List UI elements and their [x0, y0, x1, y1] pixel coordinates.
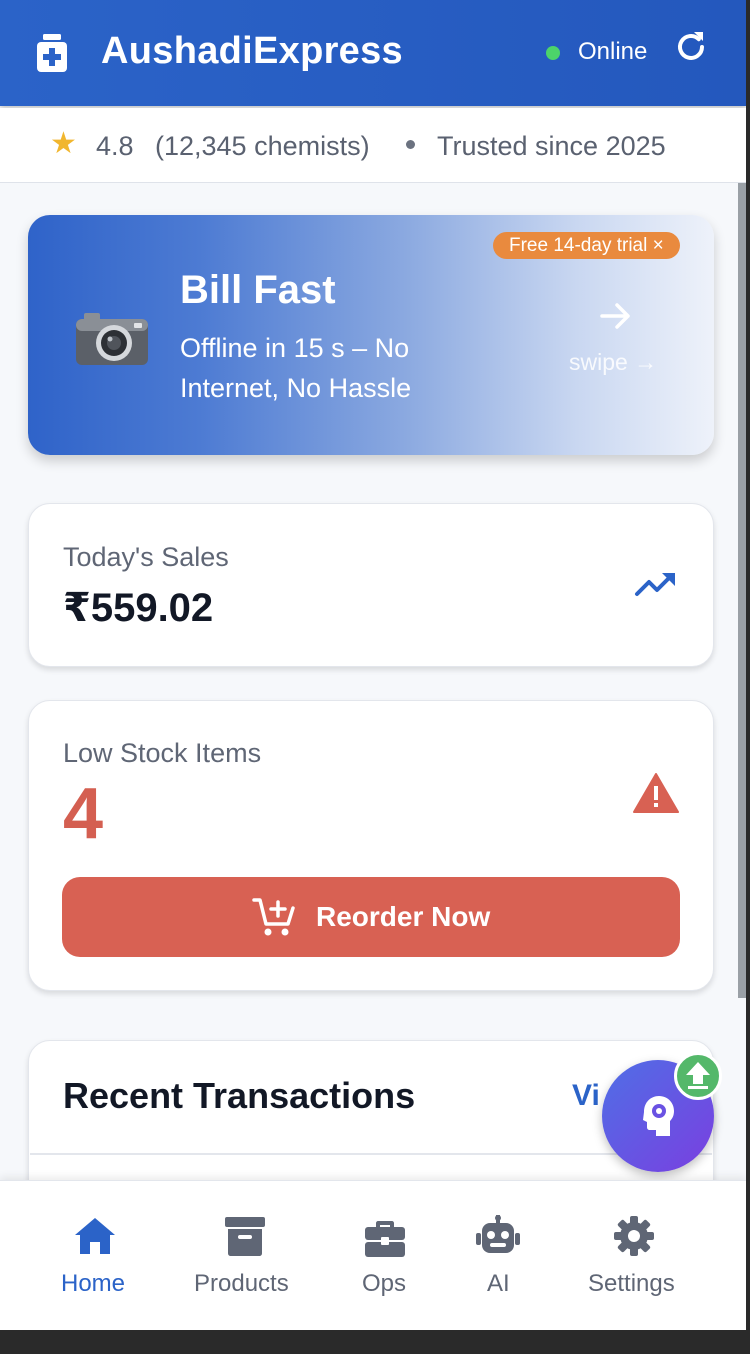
- window-edge: [746, 0, 750, 1354]
- scrollbar[interactable]: [738, 183, 746, 998]
- promo-title: Bill Fast: [180, 268, 336, 312]
- recent-transactions-title: Recent Transactions: [63, 1075, 416, 1116]
- warning-icon: [633, 773, 679, 813]
- online-status-text: Online: [578, 38, 648, 65]
- app-screen: AushadiExpress Online ★ 4.8 (12,345 chem…: [0, 0, 746, 1330]
- reorder-now-label: Reorder Now: [316, 901, 491, 932]
- nav-label-ai: AI: [487, 1270, 510, 1297]
- sales-value: ₹559.02: [63, 586, 214, 630]
- nav-label-settings: Settings: [588, 1270, 675, 1297]
- low-stock-label: Low Stock Items: [63, 738, 262, 768]
- robot-icon: [476, 1215, 520, 1253]
- transactions-divider: [30, 1153, 712, 1155]
- window-bottom-bar: [0, 1330, 750, 1354]
- arrow-right-icon: [600, 303, 630, 329]
- trending-up-icon: [635, 573, 675, 596]
- medical-kit-icon: [37, 34, 67, 72]
- cart-plus-icon: [252, 898, 295, 936]
- upload-icon: [686, 1062, 710, 1089]
- brain-gear-icon: [643, 1096, 674, 1136]
- archive-box-icon: [225, 1217, 265, 1256]
- sales-label: Today's Sales: [63, 542, 229, 572]
- free-trial-badge[interactable]: Free 14-day trial ×: [493, 232, 680, 259]
- promo-subtitle: Offline in 15 s – No Internet, No Hassle: [180, 333, 412, 403]
- app-title: AushadiExpress: [101, 30, 403, 72]
- refresh-icon[interactable]: [672, 28, 710, 66]
- trusted-since-text: Trusted since 2025: [437, 131, 666, 161]
- view-all-link[interactable]: Vi: [572, 1079, 600, 1113]
- home-icon: [75, 1218, 115, 1254]
- briefcase-icon: [365, 1221, 405, 1257]
- gear-icon: [614, 1216, 654, 1256]
- camera-icon: [76, 313, 148, 365]
- swipe-hint: swipe →: [569, 349, 658, 375]
- rating-count: (12,345 chemists): [155, 131, 370, 161]
- star-icon: ★: [50, 127, 77, 160]
- nav-label-products: Products: [194, 1270, 289, 1297]
- rating-value: 4.8: [96, 131, 134, 161]
- online-status-dot: [546, 46, 560, 60]
- nav-label-home: Home: [61, 1270, 126, 1297]
- low-stock-count: 4: [63, 774, 104, 854]
- separator-dot: [406, 140, 415, 149]
- nav-label-ops: Ops: [362, 1270, 407, 1297]
